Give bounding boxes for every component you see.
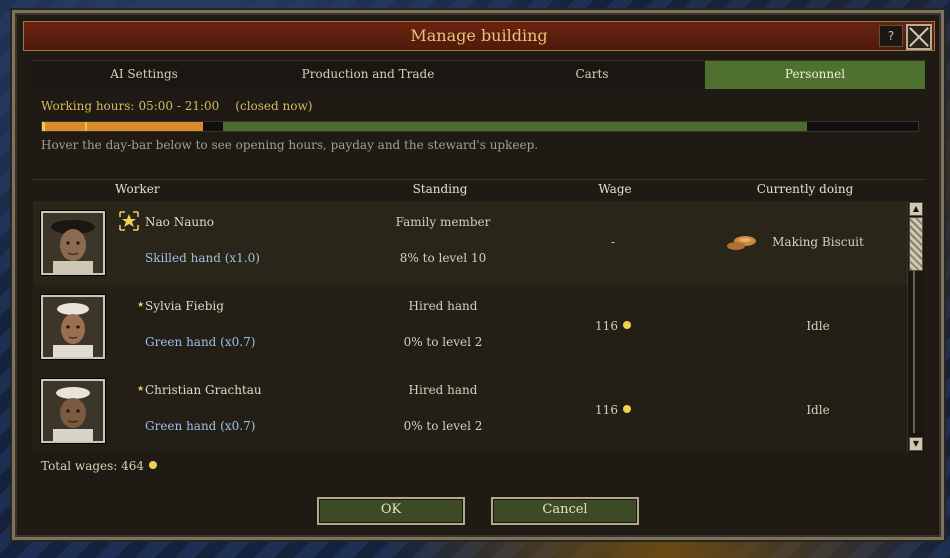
wage-amount: 116 — [595, 319, 618, 333]
ok-button[interactable]: OK — [317, 497, 465, 525]
worker-list-scrollbar[interactable]: ▲ ▼ — [907, 201, 924, 453]
total-wages: Total wages: 464 — [41, 459, 158, 473]
worker-standing: Hired hand — [408, 299, 478, 313]
worker-row[interactable]: ★ Sylvia Fiebig Green hand (x0.7) Hired … — [33, 285, 907, 369]
total-wages-text: Total wages: 464 — [41, 459, 145, 473]
scrollbar-track[interactable] — [913, 271, 915, 433]
worker-wage: 116 — [553, 319, 673, 333]
scroll-up-arrow-icon[interactable]: ▲ — [909, 202, 923, 216]
worker-level-progress: 0% to level 2 — [403, 335, 483, 349]
small-star-icon: ★ — [137, 384, 145, 393]
column-header-worker: Worker — [115, 182, 160, 196]
worker-activity: Idle — [806, 403, 830, 417]
worker-name: Nao Nauno — [145, 215, 215, 229]
tab-bar: AI Settings Production and Trade Carts P… — [33, 60, 925, 89]
worker-skill: Skilled hand (x1.0) — [145, 251, 260, 265]
worker-standing: Hired hand — [408, 383, 478, 397]
worker-portrait[interactable] — [41, 295, 105, 359]
working-hours-label: Working hours: — [41, 99, 135, 113]
divider — [33, 179, 925, 180]
manage-building-dialog: Manage building ? AI Settings Production… — [12, 10, 944, 540]
worker-row[interactable]: ★ Christian Grachtau Green hand (x0.7) H… — [33, 369, 907, 453]
day-bar-segment — [45, 122, 85, 131]
day-bar[interactable] — [41, 121, 919, 132]
worker-skill: Green hand (x0.7) — [145, 335, 256, 349]
worker-portrait[interactable] — [41, 379, 105, 443]
wage-amount: 116 — [595, 403, 618, 417]
column-header-wage: Wage — [598, 182, 632, 196]
small-star-icon: ★ — [137, 300, 145, 309]
coin-icon — [622, 321, 631, 329]
day-bar-open-hours — [223, 122, 807, 131]
worker-activity: Idle — [806, 319, 830, 333]
title-bar: Manage building — [23, 21, 935, 51]
day-bar-hint: Hover the day-bar below to see opening h… — [41, 138, 539, 152]
cancel-button[interactable]: Cancel — [491, 497, 639, 525]
worker-standing: Family member — [395, 215, 491, 229]
steward-badge-icon — [119, 211, 139, 231]
tab-production-and-trade[interactable]: Production and Trade — [257, 60, 479, 89]
worker-name: Christian Grachtau — [145, 383, 262, 397]
column-header-standing: Standing — [412, 182, 468, 196]
working-hours-status: (closed now) — [235, 99, 313, 113]
worker-wage: 116 — [553, 403, 673, 417]
scrollbar-thumb[interactable] — [909, 217, 923, 271]
coin-icon — [622, 405, 631, 413]
worker-level-progress: 0% to level 2 — [403, 419, 483, 433]
worker-skill: Green hand (x0.7) — [145, 419, 256, 433]
tab-ai-settings[interactable]: AI Settings — [33, 60, 255, 89]
column-header-doing: Currently doing — [756, 182, 854, 196]
worker-row[interactable]: Nao Nauno Skilled hand (x1.0) Family mem… — [33, 201, 907, 285]
worker-level-progress: 8% to level 10 — [399, 251, 487, 265]
tab-personnel[interactable]: Personnel — [705, 60, 925, 89]
close-button[interactable] — [906, 24, 932, 50]
dialog-title: Manage building — [410, 26, 548, 45]
working-hours: Working hours: 05:00 - 21:00 (closed now) — [41, 99, 328, 113]
worker-name: Sylvia Fiebig — [145, 299, 224, 313]
worker-portrait[interactable] — [41, 211, 105, 275]
coin-icon — [149, 461, 158, 469]
worker-list: Nao Nauno Skilled hand (x1.0) Family mem… — [33, 201, 907, 453]
day-bar-segment — [87, 122, 203, 131]
worker-wage: - — [610, 235, 616, 249]
help-button[interactable]: ? — [879, 25, 903, 47]
working-hours-range: 05:00 - 21:00 — [138, 99, 220, 113]
tab-carts[interactable]: Carts — [481, 60, 703, 89]
scroll-down-arrow-icon[interactable]: ▼ — [909, 437, 923, 451]
worker-activity: Making Biscuit — [772, 235, 864, 249]
